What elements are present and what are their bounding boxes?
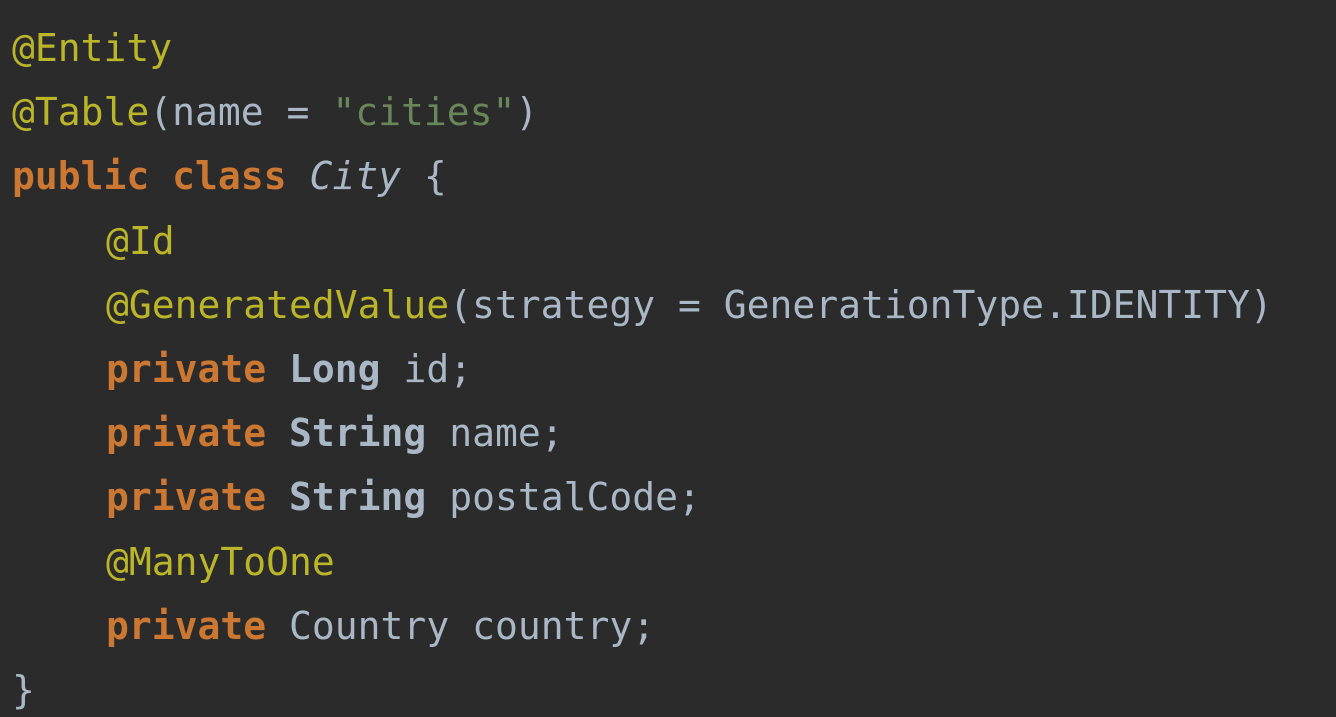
keyword-private: private bbox=[106, 411, 267, 456]
code-line-5: @GeneratedValue(strategy = GenerationTyp… bbox=[12, 273, 1336, 337]
type-country: Country bbox=[289, 603, 450, 648]
code-line-7: private String name; bbox=[12, 401, 1336, 465]
code-line-3: public class City { bbox=[12, 144, 1336, 208]
type-string: String bbox=[289, 411, 427, 456]
code-line-6: private Long id; bbox=[12, 337, 1336, 401]
annotation-many-to-one: @ManyToOne bbox=[106, 539, 335, 584]
open-brace: { bbox=[423, 154, 447, 199]
class-name: City bbox=[309, 154, 401, 199]
annotation-generated-value: @GeneratedValue bbox=[106, 282, 450, 327]
keyword-public: public bbox=[12, 154, 150, 199]
close-brace: } bbox=[12, 667, 35, 712]
annotation-table: @Table bbox=[12, 90, 150, 135]
table-args-close: ) bbox=[515, 90, 539, 135]
field-name: name; bbox=[449, 411, 564, 456]
code-line-4: @Id bbox=[12, 209, 1336, 273]
code-line-8: private String postalCode; bbox=[12, 465, 1336, 529]
keyword-private: private bbox=[106, 603, 267, 648]
field-country: country; bbox=[472, 603, 656, 648]
keyword-private: private bbox=[106, 475, 267, 520]
field-id: id; bbox=[403, 346, 473, 391]
annotation-entity: @Entity bbox=[12, 26, 173, 70]
code-line-9: @ManyToOne bbox=[12, 530, 1336, 594]
type-long: Long bbox=[289, 346, 381, 391]
code-line-10: private Country country; bbox=[12, 594, 1336, 658]
annotation-id: @Id bbox=[106, 218, 175, 263]
type-string: String bbox=[289, 475, 427, 520]
keyword-class: class bbox=[172, 154, 287, 199]
code-line-2: @Table(name = "cities") bbox=[12, 80, 1336, 144]
table-name-string: "cities" bbox=[332, 90, 516, 135]
table-args-open: (name = bbox=[149, 90, 333, 135]
code-line-1: @Entity bbox=[12, 16, 1336, 80]
keyword-private: private bbox=[106, 346, 267, 391]
code-line-11: } bbox=[12, 658, 1336, 717]
code-editor[interactable]: @Entity @Table(name = "cities") public c… bbox=[0, 0, 1336, 717]
generated-value-args: (strategy = GenerationType.IDENTITY) bbox=[449, 282, 1273, 327]
field-postal-code: postalCode; bbox=[449, 475, 701, 520]
